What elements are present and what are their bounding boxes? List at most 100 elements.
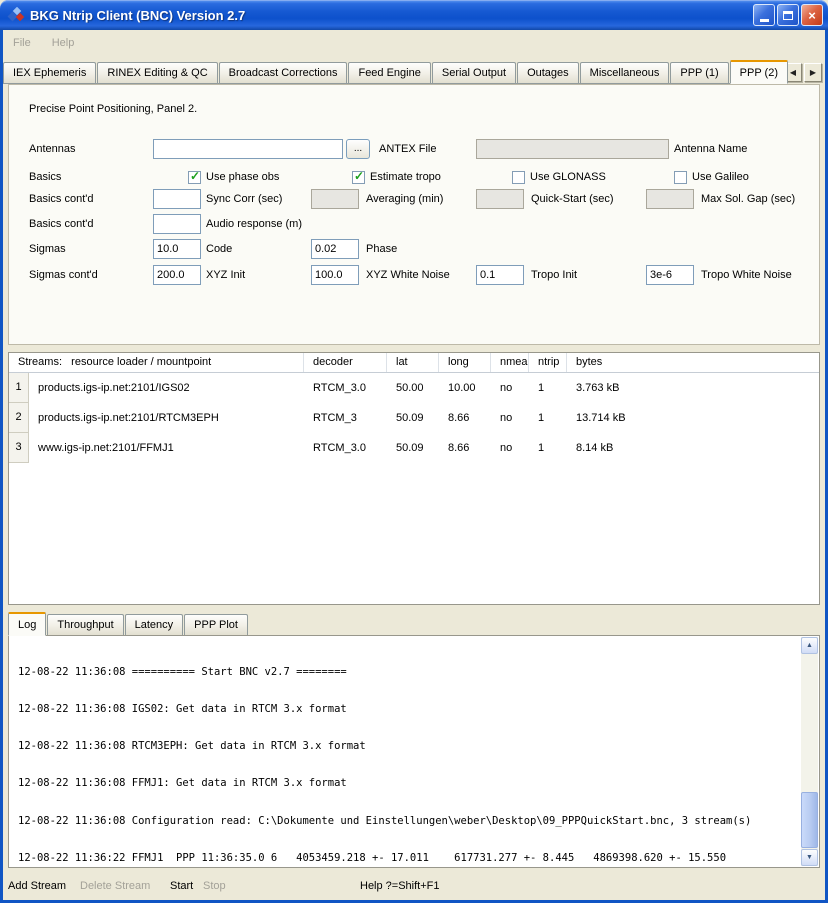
stream-ntrip: 1 [529, 373, 567, 403]
log-line: 12-08-22 11:36:08 Configuration read: C:… [18, 815, 801, 827]
xyz-init-input[interactable] [153, 265, 201, 285]
row-number: 2 [9, 403, 29, 433]
tab-latency[interactable]: Latency [125, 614, 184, 635]
antex-browse-button[interactable]: ... [346, 139, 370, 159]
menu-file[interactable]: File [11, 36, 33, 50]
window-title: BKG Ntrip Client (BNC) Version 2.7 [30, 8, 753, 23]
log-viewer: 12-08-22 11:36:08 ========== Start BNC v… [8, 635, 820, 868]
stream-row[interactable]: 2 products.igs-ip.net:2101/RTCM3EPH RTCM… [9, 403, 819, 433]
quick-start-input [476, 189, 524, 209]
stream-lat: 50.00 [387, 373, 439, 403]
header-mountpoint: Streams: resource loader / mountpoint [9, 353, 304, 372]
sigmas-contd-label: Sigmas cont'd [29, 269, 98, 281]
start-button[interactable]: Start [170, 880, 193, 892]
antennas-input[interactable] [153, 139, 343, 159]
scroll-up-button[interactable]: ▲ [801, 637, 818, 654]
footer-bar: Add Stream Delete Stream Start Stop Help… [3, 872, 825, 900]
app-window: BKG Ntrip Client (BNC) Version 2.7 × Fil… [0, 0, 828, 903]
maximize-icon [783, 11, 793, 20]
menu-help[interactable]: Help [50, 36, 77, 50]
stream-bytes: 13.714 kB [567, 403, 819, 433]
window-frame: File Help IEX Ephemeris RINEX Editing & … [0, 30, 828, 903]
tab-log[interactable]: Log [8, 612, 46, 636]
panel-caption: Precise Point Positioning, Panel 2. [29, 103, 197, 115]
antenna-name-label: Antenna Name [674, 143, 747, 155]
estimate-tropo-label: Estimate tropo [370, 171, 441, 183]
tab-ppp-1[interactable]: PPP (1) [670, 62, 728, 83]
stream-ntrip: 1 [529, 403, 567, 433]
log-scrollbar[interactable]: ▲ ▼ [801, 637, 818, 866]
header-bytes: bytes [567, 353, 819, 372]
delete-stream-button: Delete Stream [80, 880, 150, 892]
tab-ppp-plot[interactable]: PPP Plot [184, 614, 248, 635]
close-button[interactable]: × [801, 4, 823, 26]
basics-contd-label: Basics cont'd [29, 193, 93, 205]
arrow-right-icon: ▶ [810, 68, 816, 77]
tropo-init-label: Tropo Init [531, 269, 577, 281]
minimize-button[interactable] [753, 4, 775, 26]
minimize-icon [760, 19, 769, 22]
log-line: 12-08-22 11:36:08 RTCM3EPH: Get data in … [18, 740, 801, 752]
quick-start-label: Quick-Start (sec) [531, 193, 614, 205]
log-line: 12-08-22 11:36:08 IGS02: Get data in RTC… [18, 703, 801, 715]
stream-bytes: 8.14 kB [567, 433, 819, 463]
tab-throughput[interactable]: Throughput [47, 614, 123, 635]
basics-contd2-label: Basics cont'd [29, 218, 93, 230]
tab-outages[interactable]: Outages [517, 62, 579, 83]
arrow-up-icon: ▲ [806, 642, 813, 649]
maximize-button[interactable] [777, 4, 799, 26]
stream-nmea: no [491, 403, 529, 433]
scrollbar-thumb[interactable] [801, 792, 818, 848]
stream-decoder: RTCM_3.0 [304, 433, 387, 463]
estimate-tropo-checkbox[interactable] [352, 171, 365, 184]
stream-decoder: RTCM_3.0 [304, 373, 387, 403]
tab-serial-output[interactable]: Serial Output [432, 62, 516, 83]
tab-scroll-buttons: ◀ ▶ [784, 63, 822, 82]
stream-mountpoint: products.igs-ip.net:2101/RTCM3EPH [29, 403, 304, 433]
arrow-left-icon: ◀ [790, 68, 796, 77]
tab-rinex-editing-qc[interactable]: RINEX Editing & QC [97, 62, 217, 83]
xyz-init-label: XYZ Init [206, 269, 245, 281]
averaging-input [311, 189, 359, 209]
tropo-init-input[interactable] [476, 265, 524, 285]
log-line: 12-08-22 11:36:08 FFMJ1: Get data in RTC… [18, 777, 801, 789]
add-stream-button[interactable]: Add Stream [8, 880, 66, 892]
sigma-code-input[interactable] [153, 239, 201, 259]
sigma-phase-input[interactable] [311, 239, 359, 259]
stream-long: 10.00 [439, 373, 491, 403]
xyz-white-noise-input[interactable] [311, 265, 359, 285]
header-lat: lat [387, 353, 439, 372]
use-glonass-label: Use GLONASS [530, 171, 606, 183]
use-glonass-checkbox[interactable] [512, 171, 525, 184]
sync-corr-input[interactable] [153, 189, 201, 209]
audio-response-label: Audio response (m) [206, 218, 302, 230]
use-galileo-label: Use Galileo [692, 171, 749, 183]
stream-row[interactable]: 3 www.igs-ip.net:2101/FFMJ1 RTCM_3.0 50.… [9, 433, 819, 463]
stream-decoder: RTCM_3 [304, 403, 387, 433]
audio-response-input[interactable] [153, 214, 201, 234]
tab-feed-engine[interactable]: Feed Engine [348, 62, 430, 83]
tab-rinex-ephemeris[interactable]: IEX Ephemeris [3, 62, 96, 83]
tab-ppp-2[interactable]: PPP (2) [730, 60, 788, 84]
stream-mountpoint: www.igs-ip.net:2101/FFMJ1 [29, 433, 304, 463]
ppp2-panel: Precise Point Positioning, Panel 2. Ante… [8, 84, 820, 345]
menu-bar: File Help [3, 32, 825, 54]
antenna-name-input [476, 139, 669, 159]
stream-nmea: no [491, 373, 529, 403]
use-phase-obs-checkbox[interactable] [188, 171, 201, 184]
tab-scroll-right-button[interactable]: ▶ [804, 63, 822, 82]
stop-button: Stop [203, 880, 226, 892]
tab-miscellaneous[interactable]: Miscellaneous [580, 62, 670, 83]
header-nmea: nmea [491, 353, 529, 372]
scroll-down-button[interactable]: ▼ [801, 849, 818, 866]
bnc-app-icon [7, 7, 25, 23]
tab-broadcast-corrections[interactable]: Broadcast Corrections [219, 62, 348, 83]
use-galileo-checkbox[interactable] [674, 171, 687, 184]
tropo-white-noise-input[interactable] [646, 265, 694, 285]
tropo-white-noise-label: Tropo White Noise [701, 269, 792, 281]
antennas-label: Antennas [29, 143, 75, 155]
stream-row[interactable]: 1 products.igs-ip.net:2101/IGS02 RTCM_3.… [9, 373, 819, 403]
xyz-white-noise-label: XYZ White Noise [366, 269, 450, 281]
stream-bytes: 3.763 kB [567, 373, 819, 403]
row-number: 1 [9, 373, 29, 403]
